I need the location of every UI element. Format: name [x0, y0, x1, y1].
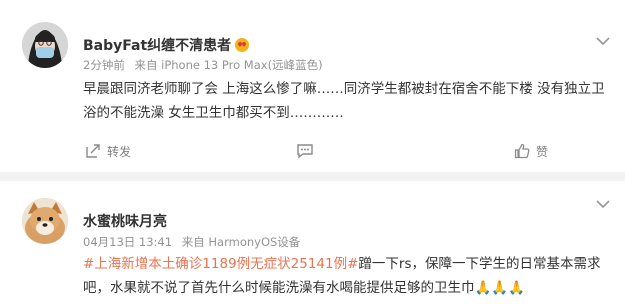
topic-link[interactable]: #上海新增本土确诊1189例无症状25141例# [83, 256, 358, 272]
more-icon[interactable] [595, 35, 611, 47]
post-time[interactable]: 2分钟前 [83, 58, 125, 72]
avatar[interactable] [22, 22, 68, 68]
comment-button[interactable] [296, 140, 320, 162]
username[interactable]: 水蜜桃味月亮 [83, 211, 167, 231]
weibo-card-1: BabyFat纠缠不清患者 2分钟前 来自 iPhone 13 Pro Max(… [0, 0, 625, 172]
like-icon [514, 143, 530, 159]
post-source: 来自 iPhone 13 Pro Max(远峰蓝色) [134, 58, 323, 72]
like-button[interactable]: 赞 [514, 140, 548, 162]
more-icon[interactable] [595, 198, 611, 210]
avatar[interactable] [22, 198, 68, 244]
username[interactable]: BabyFat纠缠不清患者 [83, 35, 250, 55]
post-body: 早晨跟同济老师聊了会 上海这么惨了嘛……同济学生都被封在宿舍不能下楼 没有独立卫… [83, 81, 605, 121]
comment-icon [297, 144, 313, 159]
post-time[interactable]: 04月13日 13:41 [83, 235, 172, 249]
weibo-card-2: 水蜜桃味月亮 04月13日 13:41 来自 HarmonyOS设备 #上海新增… [0, 181, 625, 304]
post-actions: 转发 赞 [0, 140, 625, 162]
repost-button[interactable]: 转发 [85, 140, 131, 162]
post-body: #上海新增本土确诊1189例无症状25141例#蹭一下rs，保障一下学生的日常基… [83, 252, 608, 300]
heart-eyes-emoji-icon [235, 38, 250, 52]
post-source: 来自 HarmonyOS设备 [181, 235, 301, 249]
like-label: 赞 [536, 144, 549, 159]
repost-icon [86, 144, 100, 158]
repost-label: 转发 [107, 144, 132, 159]
post-meta: 2分钟前 来自 iPhone 13 Pro Max(远峰蓝色) [83, 57, 329, 73]
post-meta: 04月13日 13:41 来自 HarmonyOS设备 [83, 234, 306, 250]
